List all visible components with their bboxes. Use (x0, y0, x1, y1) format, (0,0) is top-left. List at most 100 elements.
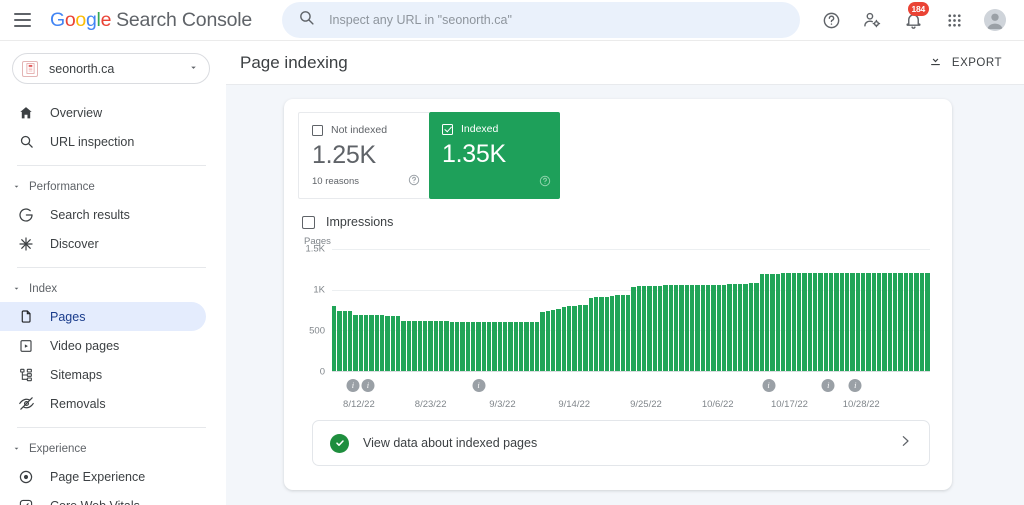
chart-bar[interactable] (401, 321, 406, 371)
chart-bar[interactable] (775, 273, 780, 371)
sidebar-item-core-web-vitals[interactable]: Core Web Vitals (0, 491, 206, 505)
sidebar-item-pages[interactable]: Pages (0, 302, 206, 331)
search-input[interactable] (329, 13, 785, 27)
chart-bar[interactable] (770, 273, 775, 371)
chart-bar[interactable] (834, 273, 839, 371)
property-selector[interactable]: seonorth.ca (12, 53, 210, 84)
chart-bar[interactable] (657, 285, 663, 371)
chart-annotation-marker[interactable]: i (472, 379, 485, 392)
chart-bar[interactable] (540, 312, 545, 371)
help-icon[interactable] (539, 174, 551, 192)
chart-bar[interactable] (486, 322, 492, 371)
chart-bar[interactable] (609, 296, 615, 371)
chart-bar[interactable] (556, 309, 561, 371)
sidebar-item-discover[interactable]: Discover (0, 229, 206, 258)
chart-bar[interactable] (353, 314, 358, 371)
tile-subtext[interactable]: 10 reasons (312, 176, 418, 187)
sidebar-item-page-experience[interactable]: Page Experience (0, 462, 206, 491)
chart-bar[interactable] (802, 273, 807, 371)
chart-bar[interactable] (700, 284, 706, 371)
chart-bar[interactable] (583, 304, 588, 371)
chart-annotation-marker[interactable]: i (762, 379, 776, 392)
chart-bar[interactable] (893, 273, 898, 371)
chart-bar[interactable] (551, 310, 556, 371)
chart-bar[interactable] (748, 283, 754, 371)
export-button[interactable]: EXPORT (928, 53, 1002, 73)
chart-bar[interactable] (567, 305, 572, 371)
chart-bar[interactable] (866, 273, 871, 371)
chart-bar[interactable] (919, 273, 925, 371)
chart-annotation-marker[interactable]: i (361, 379, 375, 392)
chart-bar[interactable] (449, 321, 454, 371)
chart-bar[interactable] (524, 322, 529, 371)
chart-bar[interactable] (636, 286, 641, 371)
chart-bar[interactable] (716, 284, 722, 371)
chart-bar[interactable] (631, 287, 636, 371)
chart-bar[interactable] (380, 314, 385, 371)
sidebar-item-video-pages[interactable]: Video pages (0, 331, 206, 360)
sidebar-item-search-results[interactable]: Search results (0, 200, 206, 229)
chart-bar[interactable] (625, 294, 631, 371)
chart-bar[interactable] (791, 273, 796, 371)
chart-bar[interactable] (780, 273, 786, 371)
chart-bar[interactable] (732, 284, 738, 371)
chart-bar[interactable] (348, 311, 353, 371)
chart-bar[interactable] (909, 273, 914, 371)
chart-bar[interactable] (369, 314, 374, 371)
chart-bar[interactable] (796, 273, 802, 371)
chart-bar[interactable] (695, 284, 700, 371)
chart-bar[interactable] (433, 320, 438, 371)
chart-bar[interactable] (845, 273, 850, 371)
avatar[interactable] (984, 9, 1006, 31)
tile-not-indexed[interactable]: Not indexed 1.25K 10 reasons (298, 112, 429, 199)
chart-bar[interactable] (337, 311, 342, 371)
chart-bar[interactable] (460, 321, 465, 371)
account-settings-icon[interactable] (861, 9, 883, 31)
chart-bar[interactable] (877, 273, 882, 371)
chart-bar[interactable] (412, 321, 417, 371)
chart-bar[interactable] (652, 285, 657, 371)
chart-bar[interactable] (684, 285, 690, 371)
chart-bar[interactable] (535, 322, 540, 371)
chart-bar[interactable] (706, 284, 711, 371)
chart-bar[interactable] (428, 320, 433, 371)
chart-bar[interactable] (925, 273, 930, 371)
chart-bar[interactable] (620, 294, 625, 371)
chart-bar[interactable] (561, 306, 567, 371)
url-inspection-search-bar[interactable] (282, 2, 801, 38)
chart-annotation-marker[interactable]: i (848, 379, 862, 392)
chart-bar[interactable] (417, 321, 422, 371)
chart-bar[interactable] (759, 274, 764, 371)
chart-bar[interactable] (898, 273, 903, 371)
chart-bar[interactable] (342, 311, 348, 371)
chart-bar[interactable] (406, 321, 412, 371)
chart-bar[interactable] (497, 322, 502, 371)
chart-bar[interactable] (855, 273, 861, 371)
chart-bar[interactable] (690, 284, 695, 371)
chart-bar[interactable] (358, 314, 364, 371)
chart-bar[interactable] (422, 321, 428, 371)
chart-bar[interactable] (914, 273, 919, 371)
sidebar-section-index[interactable]: Index (0, 276, 226, 302)
chevron-right-icon[interactable] (897, 433, 913, 454)
chart-bar[interactable] (615, 295, 620, 371)
chart-bar[interactable] (641, 285, 647, 371)
help-icon[interactable] (408, 173, 420, 191)
chart-bar[interactable] (743, 283, 748, 371)
chart-bar[interactable] (588, 297, 593, 371)
chart-bar[interactable] (465, 322, 470, 371)
chart-bar[interactable] (513, 322, 519, 371)
chart-bar[interactable] (647, 285, 652, 371)
chart-bar[interactable] (786, 273, 791, 371)
chart-bar[interactable] (396, 316, 401, 371)
hamburger-icon[interactable] (14, 9, 36, 31)
chart-bar[interactable] (727, 284, 732, 371)
chart-bar[interactable] (364, 314, 369, 371)
chart-bar[interactable] (599, 297, 604, 371)
chart-bar[interactable] (738, 283, 743, 371)
chart-bar[interactable] (882, 273, 887, 371)
sidebar-section-experience[interactable]: Experience (0, 436, 226, 462)
chart-bar[interactable] (722, 284, 727, 371)
chart-bar[interactable] (444, 321, 449, 371)
chart-annotation-marker[interactable]: i (821, 379, 835, 392)
